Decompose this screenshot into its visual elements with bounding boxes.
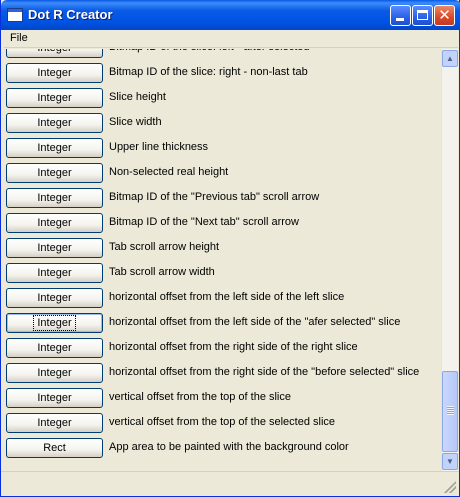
property-description: Bitmap ID of the "Previous tab" scroll a… <box>109 191 320 203</box>
property-description: Bitmap ID of the slice: left - after sel… <box>109 49 310 53</box>
list-item: Integer Upper line thickness <box>1 137 441 162</box>
close-button[interactable]: ✕ <box>434 5 455 26</box>
property-description: Slice width <box>109 116 162 128</box>
type-button-label: Integer <box>37 267 72 279</box>
minimize-button[interactable] <box>390 5 411 26</box>
type-button-label: Integer <box>37 242 72 254</box>
type-button-label: Integer <box>37 217 72 229</box>
list-item: Integer vertical offset from the top of t… <box>1 387 441 412</box>
property-description: vertical offset from the top of the slic… <box>109 391 291 403</box>
type-button[interactable]: Integer <box>6 213 103 233</box>
property-description: Bitmap ID of the "Next tab" scroll arrow <box>109 216 299 228</box>
type-button-label: Integer <box>37 117 72 129</box>
property-description: Slice height <box>109 91 166 103</box>
type-button-label: Integer <box>37 192 72 204</box>
type-button[interactable]: Integer <box>6 113 103 133</box>
type-button-label: Integer <box>37 392 72 404</box>
list-item: Integer Tab scroll arrow width <box>1 262 441 287</box>
list-item: Integer Bitmap ID of the "Next tab" scrol… <box>1 212 441 237</box>
type-button[interactable]: Rect <box>6 438 103 458</box>
property-description: Tab scroll arrow width <box>109 266 215 278</box>
type-button[interactable]: Integer <box>6 188 103 208</box>
close-icon: ✕ <box>438 7 451 24</box>
property-description: horizontal offset from the right side of… <box>109 341 358 353</box>
status-bar <box>1 471 459 496</box>
property-description: horizontal offset from the left side of … <box>109 291 345 303</box>
property-description: vertical offset from the top of the sele… <box>109 416 336 428</box>
scroll-down-button[interactable]: ▼ <box>442 453 458 470</box>
list-item: Integer vertical offset from the top of t… <box>1 412 441 437</box>
scroll-up-arrow-icon: ▲ <box>446 54 454 63</box>
list-item: Integer Slice height <box>1 87 441 112</box>
thumb-grip <box>447 406 454 415</box>
type-button[interactable]: Integer <box>6 138 103 158</box>
type-button-label: Integer <box>37 342 72 354</box>
type-button-label: Integer <box>37 417 72 429</box>
property-description: Upper line thickness <box>109 141 209 153</box>
list-item: Integer horizontal offset from the left s… <box>1 287 441 312</box>
type-button[interactable]: Integer <box>6 238 103 258</box>
window-title: Dot R Creator <box>28 7 113 22</box>
window-icon <box>7 8 23 22</box>
list-item: Integer Bitmap ID of the slice: left - af… <box>1 49 441 62</box>
type-button-label: Integer <box>37 92 72 104</box>
type-button-label: Integer <box>37 292 72 304</box>
type-button[interactable]: Integer <box>6 388 103 408</box>
property-list: Integer Bitmap ID of the slice: left - af… <box>1 49 459 471</box>
scroll-thumb[interactable] <box>442 371 458 452</box>
type-button[interactable]: Integer <box>6 49 103 58</box>
type-button-label: Integer <box>37 167 72 179</box>
list-item: Integer horizontal offset from the right … <box>1 337 441 362</box>
vertical-scrollbar[interactable]: ▲ ▼ <box>441 49 458 471</box>
list-item: Integer Non-selected real height <box>1 162 441 187</box>
type-button[interactable]: Integer <box>6 313 103 333</box>
type-button-label: Integer <box>33 315 76 331</box>
maximize-icon <box>417 10 428 20</box>
type-button[interactable]: Integer <box>6 338 103 358</box>
minimize-icon <box>396 18 404 21</box>
menu-file[interactable]: File <box>10 32 28 44</box>
list-item: Integer Slice width <box>1 112 441 137</box>
title-bar[interactable]: Dot R Creator ✕ <box>1 0 460 30</box>
app-window: Dot R Creator ✕ File Integer Bitmap ID of… <box>0 0 460 497</box>
type-button-label: Integer <box>37 49 71 54</box>
type-button-label: Integer <box>37 367 72 379</box>
property-description: horizontal offset from the right side of… <box>109 366 420 378</box>
property-description: Tab scroll arrow height <box>109 241 220 253</box>
maximize-button[interactable] <box>412 5 433 26</box>
type-button-label: Rect <box>43 442 66 454</box>
type-button[interactable]: Integer <box>6 63 103 83</box>
type-button[interactable]: Integer <box>6 413 103 433</box>
property-description: App area to be painted with the backgrou… <box>109 441 349 453</box>
type-button[interactable]: Integer <box>6 288 103 308</box>
scroll-down-arrow-icon: ▼ <box>446 457 454 466</box>
type-button[interactable]: Integer <box>6 363 103 383</box>
list-item: Integer horizontal offset from the left s… <box>1 312 441 337</box>
property-description: Bitmap ID of the slice: right - non-last… <box>109 66 308 78</box>
type-button-label: Integer <box>37 142 72 154</box>
resize-grip-icon[interactable] <box>444 481 456 493</box>
property-description: Non-selected real height <box>109 166 229 178</box>
property-description: horizontal offset from the left side of … <box>109 316 401 328</box>
list-item: Integer Tab scroll arrow height <box>1 237 441 262</box>
list-item: Rect App area to be painted with the back… <box>1 437 441 462</box>
list-item: Integer horizontal offset from the right … <box>1 362 441 387</box>
scroll-up-button[interactable]: ▲ <box>442 50 458 67</box>
menu-bar: File <box>4 30 458 48</box>
type-button[interactable]: Integer <box>6 163 103 183</box>
list-item: Integer Bitmap ID of the "Previous tab" s… <box>1 187 441 212</box>
list-item: Integer Bitmap ID of the slice: right - n… <box>1 62 441 87</box>
type-button-label: Integer <box>37 67 72 79</box>
type-button[interactable]: Integer <box>6 263 103 283</box>
type-button[interactable]: Integer <box>6 88 103 108</box>
